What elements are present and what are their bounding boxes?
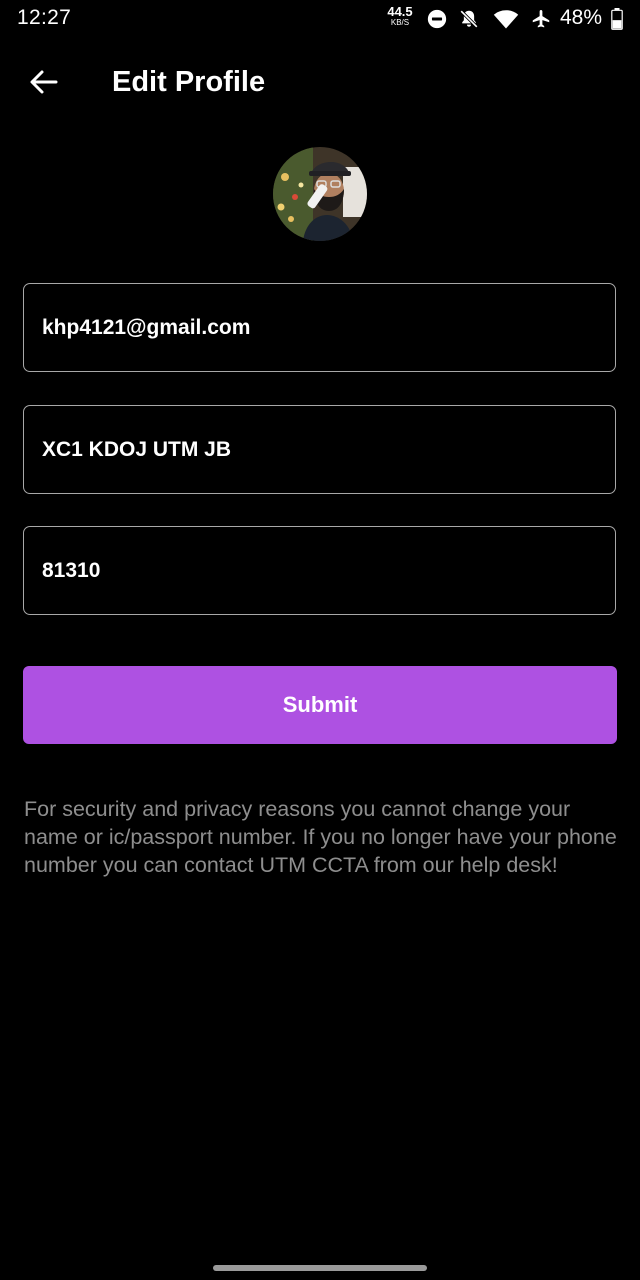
wifi-icon: [493, 10, 519, 29]
avatar-photo: [273, 147, 367, 241]
notifications-off-icon: [460, 10, 478, 28]
app-header: Edit Profile: [0, 50, 640, 116]
do-not-disturb-icon: [427, 9, 447, 29]
home-indicator[interactable]: [213, 1265, 427, 1271]
net-speed-value: 44.5: [387, 4, 413, 19]
email-field[interactable]: [23, 283, 616, 372]
address-field[interactable]: [23, 405, 616, 494]
net-speed-indicator: 44.5 KB/S: [384, 5, 416, 27]
airplane-mode-icon: [532, 10, 550, 28]
app-screen: 12:27 44.5 KB/S 48% Edit Profile khp4121…: [0, 0, 640, 1280]
privacy-notice: For security and privacy reasons you can…: [24, 797, 617, 877]
net-speed-unit: KB/S: [390, 18, 410, 27]
battery-percent: 48%: [560, 6, 603, 29]
status-bar: 12:27 44.5 KB/S 48%: [0, 0, 640, 38]
submit-button[interactable]: Submit: [23, 666, 617, 744]
email-input[interactable]: [24, 284, 615, 371]
arrow-left-icon: [30, 70, 58, 94]
profile-avatar[interactable]: [273, 147, 367, 241]
postcode-field[interactable]: [23, 526, 616, 615]
page-title: Edit Profile: [112, 66, 266, 98]
address-input[interactable]: [24, 406, 615, 493]
back-button[interactable]: [22, 62, 66, 102]
postcode-input[interactable]: [24, 527, 615, 614]
battery-icon: [611, 8, 623, 30]
status-time: 12:27: [17, 6, 72, 29]
